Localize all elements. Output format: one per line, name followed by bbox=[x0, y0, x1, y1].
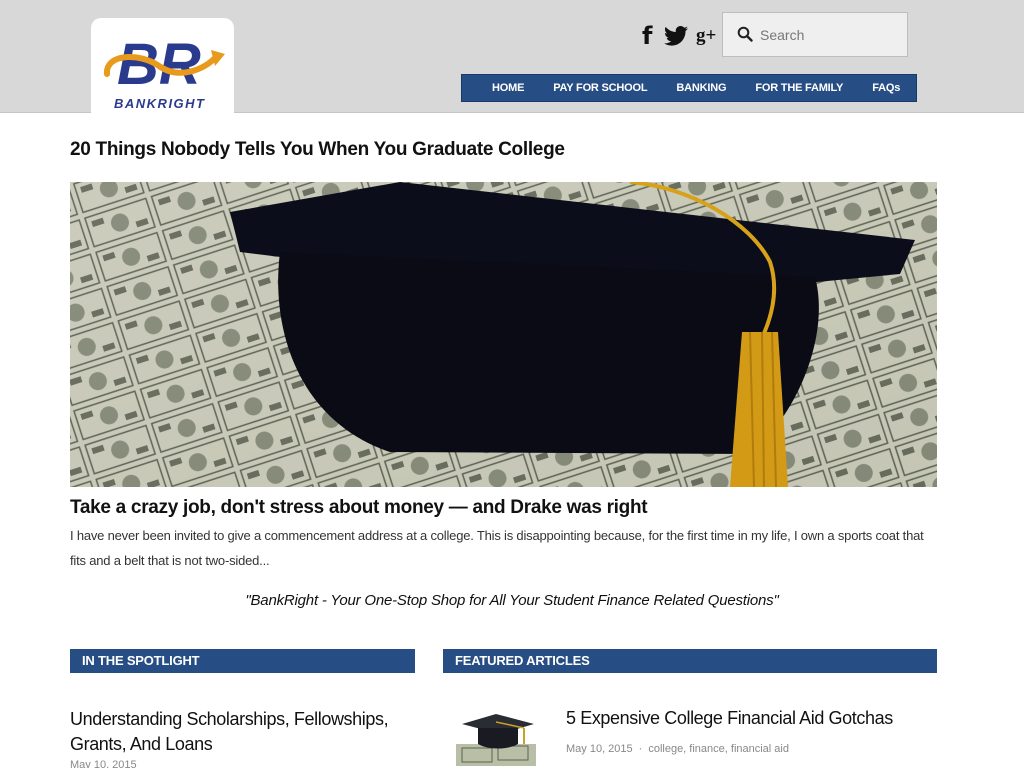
spotlight-article-title[interactable]: Understanding Scholarships, Fellowships,… bbox=[70, 707, 410, 757]
featured-article-thumbnail[interactable] bbox=[448, 710, 544, 768]
logo-name: BANKRIGHT bbox=[114, 96, 206, 111]
twitter-icon[interactable] bbox=[664, 26, 688, 46]
search-input[interactable] bbox=[760, 23, 900, 47]
nav-banking[interactable]: BANKING bbox=[676, 82, 726, 94]
site-header: BR BANKRIGHT f g+ HOME PAY FOR SCHOOL BA… bbox=[0, 0, 1024, 114]
featured-article-tags[interactable]: college, finance, financial aid bbox=[648, 743, 789, 755]
google-plus-icon[interactable]: g+ bbox=[696, 25, 716, 47]
nav-home[interactable]: HOME bbox=[492, 82, 524, 94]
article-title[interactable]: Take a crazy job, don't stress about mon… bbox=[70, 497, 648, 519]
search-box bbox=[722, 12, 908, 57]
main-nav: HOME PAY FOR SCHOOL BANKING FOR THE FAMI… bbox=[461, 74, 917, 102]
featured-article-meta: May 10, 2015 · college, finance, financial… bbox=[566, 743, 789, 755]
article-excerpt: I have never been invited to give a comm… bbox=[70, 528, 924, 568]
page-title[interactable]: 20 Things Nobody Tells You When You Grad… bbox=[70, 139, 565, 161]
search-icon[interactable] bbox=[737, 26, 753, 42]
featured-article-date: May 10, 2015 bbox=[566, 743, 633, 755]
bankright-logo[interactable]: BR BANKRIGHT bbox=[91, 18, 234, 114]
featured-heading: FEATURED ARTICLES bbox=[443, 649, 937, 673]
hero-image[interactable] bbox=[70, 182, 937, 487]
spotlight-article-date: May 10, 2015 bbox=[70, 759, 137, 768]
nav-for-the-family[interactable]: FOR THE FAMILY bbox=[755, 82, 843, 94]
site-tagline: "BankRight - Your One-Stop Shop for All … bbox=[245, 592, 779, 609]
logo-mark-icon: BR bbox=[104, 32, 225, 96]
nav-pay-for-school[interactable]: PAY FOR SCHOOL bbox=[553, 82, 647, 94]
facebook-icon[interactable]: f bbox=[642, 22, 656, 50]
nav-faqs[interactable]: FAQs bbox=[872, 82, 900, 94]
featured-article-title[interactable]: 5 Expensive College Financial Aid Gotcha… bbox=[566, 708, 893, 729]
social-links: f g+ bbox=[642, 22, 716, 50]
spotlight-heading: IN THE SPOTLIGHT bbox=[70, 649, 415, 673]
